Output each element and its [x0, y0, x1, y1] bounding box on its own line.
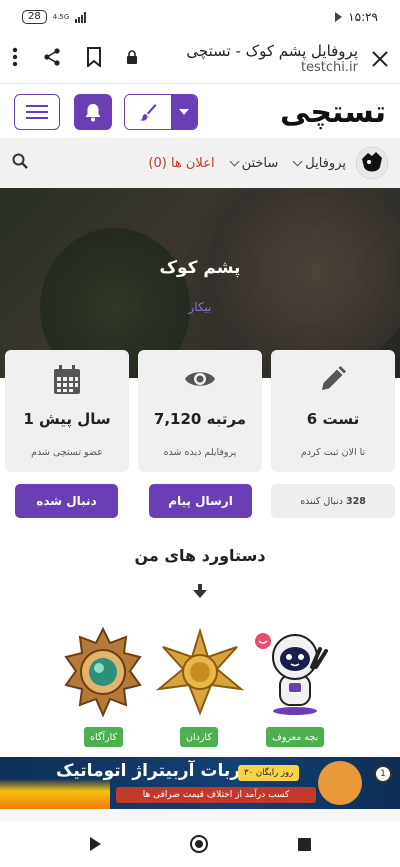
- browser-toolbar: پروفایل پشم کوک - تستچی testchi.ir: [0, 34, 400, 84]
- page-url: testchi.ir: [300, 60, 358, 75]
- back-icon[interactable]: [89, 837, 101, 851]
- emerald-medal-badge-icon[interactable]: [58, 626, 148, 718]
- followers-label: دنبال کننده: [300, 495, 343, 507]
- achievements-title: دستاورد های من: [134, 546, 266, 565]
- chevron-down-icon: [171, 95, 197, 129]
- site-logo[interactable]: تستچی: [280, 95, 387, 130]
- status-left: 28 4.5G: [22, 10, 87, 24]
- fire-decoration: [0, 779, 110, 809]
- stat-card-membership: 1 سال پیش عضو تستچی شدم: [5, 350, 129, 472]
- arrow-down-icon: [193, 583, 207, 602]
- shiba-icon: [318, 761, 362, 805]
- menu-button[interactable]: [14, 94, 60, 130]
- battery-indicator: 28: [22, 10, 47, 24]
- ad-pill: ۳۰ روز رایگان: [238, 765, 300, 781]
- calendar-icon: [5, 364, 129, 396]
- stat-caption: تا الان ثبت کردم: [300, 447, 366, 458]
- more-menu-icon[interactable]: [12, 47, 18, 71]
- chevron-down-icon: [292, 156, 303, 167]
- avatar[interactable]: [356, 147, 388, 179]
- network-label: 4.5G: [52, 12, 70, 21]
- nav-item-notifications[interactable]: اعلان ها (0): [148, 156, 214, 171]
- stat-value: 6 تست: [306, 410, 360, 428]
- browser-actions: [12, 46, 138, 71]
- status-bar: 28 4.5G ۱۵:۲۹: [0, 0, 400, 34]
- astronaut-badge-icon[interactable]: [250, 627, 340, 717]
- nav-item-label: ساختن: [241, 155, 279, 171]
- nav-item-profile[interactable]: پروفایل: [292, 155, 346, 171]
- stat-value: 7,120 مرتبه: [153, 410, 247, 428]
- profile-status: بیکار: [188, 300, 212, 314]
- followed-button[interactable]: دنبال شده: [15, 484, 118, 518]
- followers-count[interactable]: 328 دنبال کننده: [271, 484, 395, 518]
- site-header: تستچی: [0, 86, 400, 138]
- stat-caption: پروفایلم دیده شده: [163, 447, 237, 458]
- badge-label: کارآگاه: [84, 727, 124, 747]
- ad-subtitle: کسب درآمد از اختلاف قیمت صرافی ها: [116, 787, 316, 803]
- ad-title: ربات آربیتراژ اتوماتیک: [55, 761, 240, 781]
- status-right: ۱۵:۲۹: [335, 10, 378, 24]
- address-area[interactable]: پروفایل پشم کوک - تستچی testchi.ir: [138, 42, 372, 75]
- profile-name: پشم کوک: [159, 258, 241, 278]
- chevron-down-icon: [229, 156, 240, 167]
- ad-banner[interactable]: 1 ربات آربیتراژ اتوماتیک ۳۰ روز رایگان ک…: [0, 757, 400, 809]
- bell-icon: [85, 104, 101, 122]
- main-nav: پروفایل ساختن اعلان ها (0): [0, 138, 400, 188]
- home-icon[interactable]: [190, 835, 208, 853]
- pencil-icon: [271, 364, 395, 396]
- stat-value: 1 سال پیش: [23, 410, 111, 428]
- lock-icon: [126, 49, 138, 68]
- share-icon[interactable]: [42, 47, 62, 71]
- stat-card-tests: 6 تست تا الان ثبت کردم: [271, 350, 395, 472]
- clock: ۱۵:۲۹: [348, 10, 378, 24]
- recents-icon[interactable]: [297, 837, 311, 851]
- system-nav-bar: [0, 821, 400, 867]
- gold-medal-badge-icon[interactable]: [155, 627, 245, 717]
- nav-item-label: پروفایل: [305, 155, 346, 171]
- stat-card-views: 7,120 مرتبه پروفایلم دیده شده: [138, 350, 262, 472]
- bookmark-icon[interactable]: [86, 46, 102, 71]
- stat-caption: عضو تستچی شدم: [31, 447, 103, 458]
- brush-icon: [125, 95, 171, 129]
- nav-item-build[interactable]: ساختن: [229, 155, 279, 171]
- notifications-button[interactable]: [74, 94, 112, 130]
- page-title: پروفایل پشم کوک - تستچی: [186, 42, 358, 60]
- coin-icon: 1: [374, 765, 392, 783]
- theme-selector[interactable]: [124, 94, 198, 130]
- close-icon[interactable]: [372, 47, 388, 71]
- signal-icon: [75, 11, 87, 23]
- badge-label: بچه معروف: [266, 727, 325, 747]
- send-message-button[interactable]: ارسال پیام: [149, 484, 252, 518]
- badge-label: کاردان: [180, 727, 218, 747]
- eye-icon: [138, 364, 262, 396]
- followers-number: 328: [345, 495, 366, 507]
- play-store-icon: [335, 12, 343, 22]
- nav-item-label: اعلان ها (0): [148, 155, 215, 171]
- search-icon[interactable]: [12, 153, 28, 173]
